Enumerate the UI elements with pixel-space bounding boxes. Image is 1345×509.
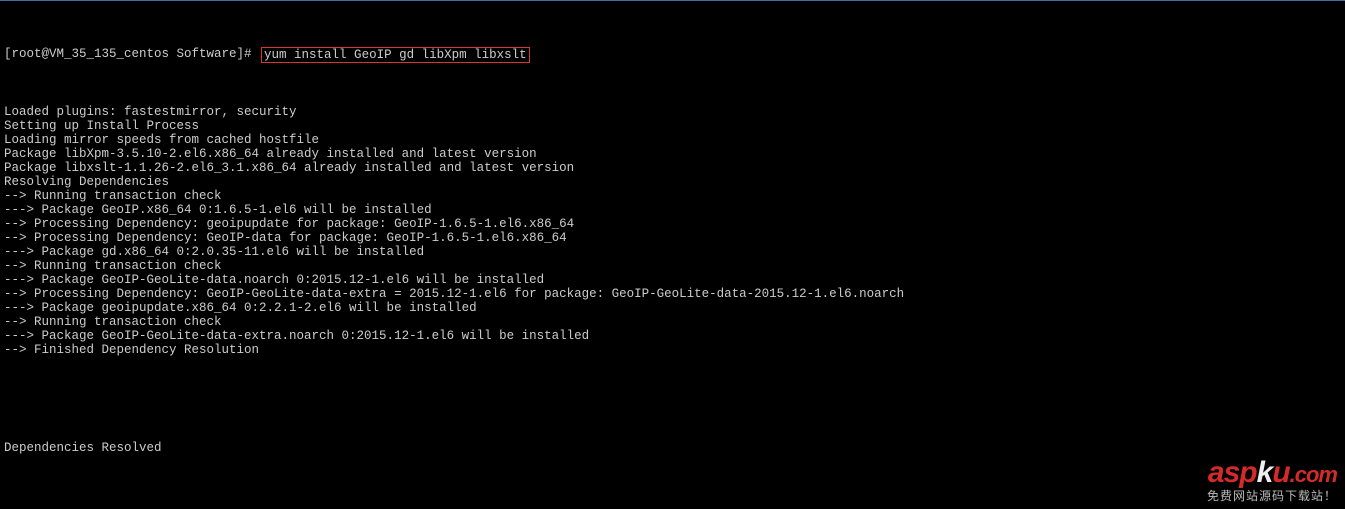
output-line: ---> Package GeoIP.x86_64 0:1.6.5-1.el6 …: [4, 203, 1341, 217]
output-line: ---> Package geoipupdate.x86_64 0:2.2.1-…: [4, 301, 1341, 315]
output-line: Setting up Install Process: [4, 119, 1341, 133]
output-lines: Loaded plugins: fastestmirror, securityS…: [4, 105, 1341, 357]
dependencies-resolved: Dependencies Resolved: [4, 441, 1341, 455]
output-line: ---> Package gd.x86_64 0:2.0.35-11.el6 w…: [4, 245, 1341, 259]
highlighted-command: yum install GeoIP gd libXpm libxslt: [261, 47, 530, 63]
blank-line: [4, 483, 1341, 497]
output-line: --> Finished Dependency Resolution: [4, 343, 1341, 357]
output-line: Package libxslt-1.1.26-2.el6_3.1.x86_64 …: [4, 161, 1341, 175]
output-line: --> Processing Dependency: GeoIP-data fo…: [4, 231, 1341, 245]
output-line: --> Running transaction check: [4, 315, 1341, 329]
output-line: Loaded plugins: fastestmirror, security: [4, 105, 1341, 119]
output-line: --> Processing Dependency: geoipupdate f…: [4, 217, 1341, 231]
output-line: ---> Package GeoIP-GeoLite-data-extra.no…: [4, 329, 1341, 343]
shell-prompt: [root@VM_35_135_centos Software]#: [4, 47, 259, 61]
output-line: Loading mirror speeds from cached hostfi…: [4, 133, 1341, 147]
output-line: Resolving Dependencies: [4, 175, 1341, 189]
output-line: Package libXpm-3.5.10-2.el6.x86_64 alrea…: [4, 147, 1341, 161]
output-line: ---> Package GeoIP-GeoLite-data.noarch 0…: [4, 273, 1341, 287]
output-line: --> Processing Dependency: GeoIP-GeoLite…: [4, 287, 1341, 301]
blank-line: [4, 399, 1341, 413]
prompt-line: [root@VM_35_135_centos Software]# yum in…: [4, 47, 1341, 63]
output-line: --> Running transaction check: [4, 259, 1341, 273]
terminal-output[interactable]: [root@VM_35_135_centos Software]# yum in…: [0, 1, 1345, 509]
output-line: --> Running transaction check: [4, 189, 1341, 203]
